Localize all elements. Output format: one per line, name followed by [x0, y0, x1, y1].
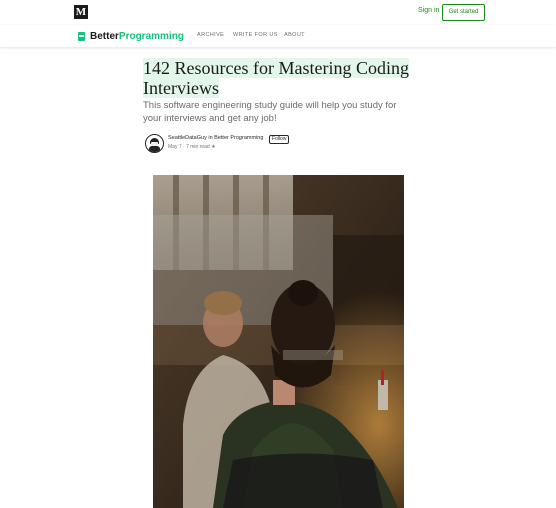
member-star-icon: ★ [211, 144, 216, 150]
top-bar: M Sign in Get started [0, 0, 556, 24]
author-line: SeattleDataGuy in Better Programming [168, 135, 263, 141]
article-subtitle: This software engineering study guide wi… [143, 100, 397, 124]
medium-logo[interactable]: M [74, 5, 88, 19]
get-started-button[interactable]: Get started [442, 4, 485, 21]
nav-archive[interactable]: ARCHIVE [197, 32, 224, 38]
in-text: in [208, 135, 213, 141]
article-title: 142 Resources for Mastering Coding Inter… [143, 58, 409, 98]
author-publication[interactable]: Better Programming [214, 135, 263, 141]
follow-button[interactable]: Follow [269, 135, 290, 144]
publication-bar: BetterProgramming ARCHIVE WRITE FOR US A… [0, 25, 556, 47]
article-meta: May 7 · 7 min read ★ [168, 144, 216, 150]
sign-in-link[interactable]: Sign in [418, 7, 439, 14]
publication-icon [78, 31, 85, 41]
author-name[interactable]: SeattleDataGuy [168, 135, 207, 141]
read-time: 7 min read [186, 144, 210, 150]
author-avatar[interactable] [145, 134, 164, 153]
hero-image [153, 175, 404, 508]
nav-write-for-us[interactable]: WRITE FOR US [233, 32, 278, 38]
publish-date: May 7 [168, 144, 182, 150]
publication-logo[interactable]: BetterProgramming [78, 30, 184, 42]
publication-name: BetterProgramming [90, 30, 184, 42]
nav-about[interactable]: ABOUT [284, 32, 305, 38]
